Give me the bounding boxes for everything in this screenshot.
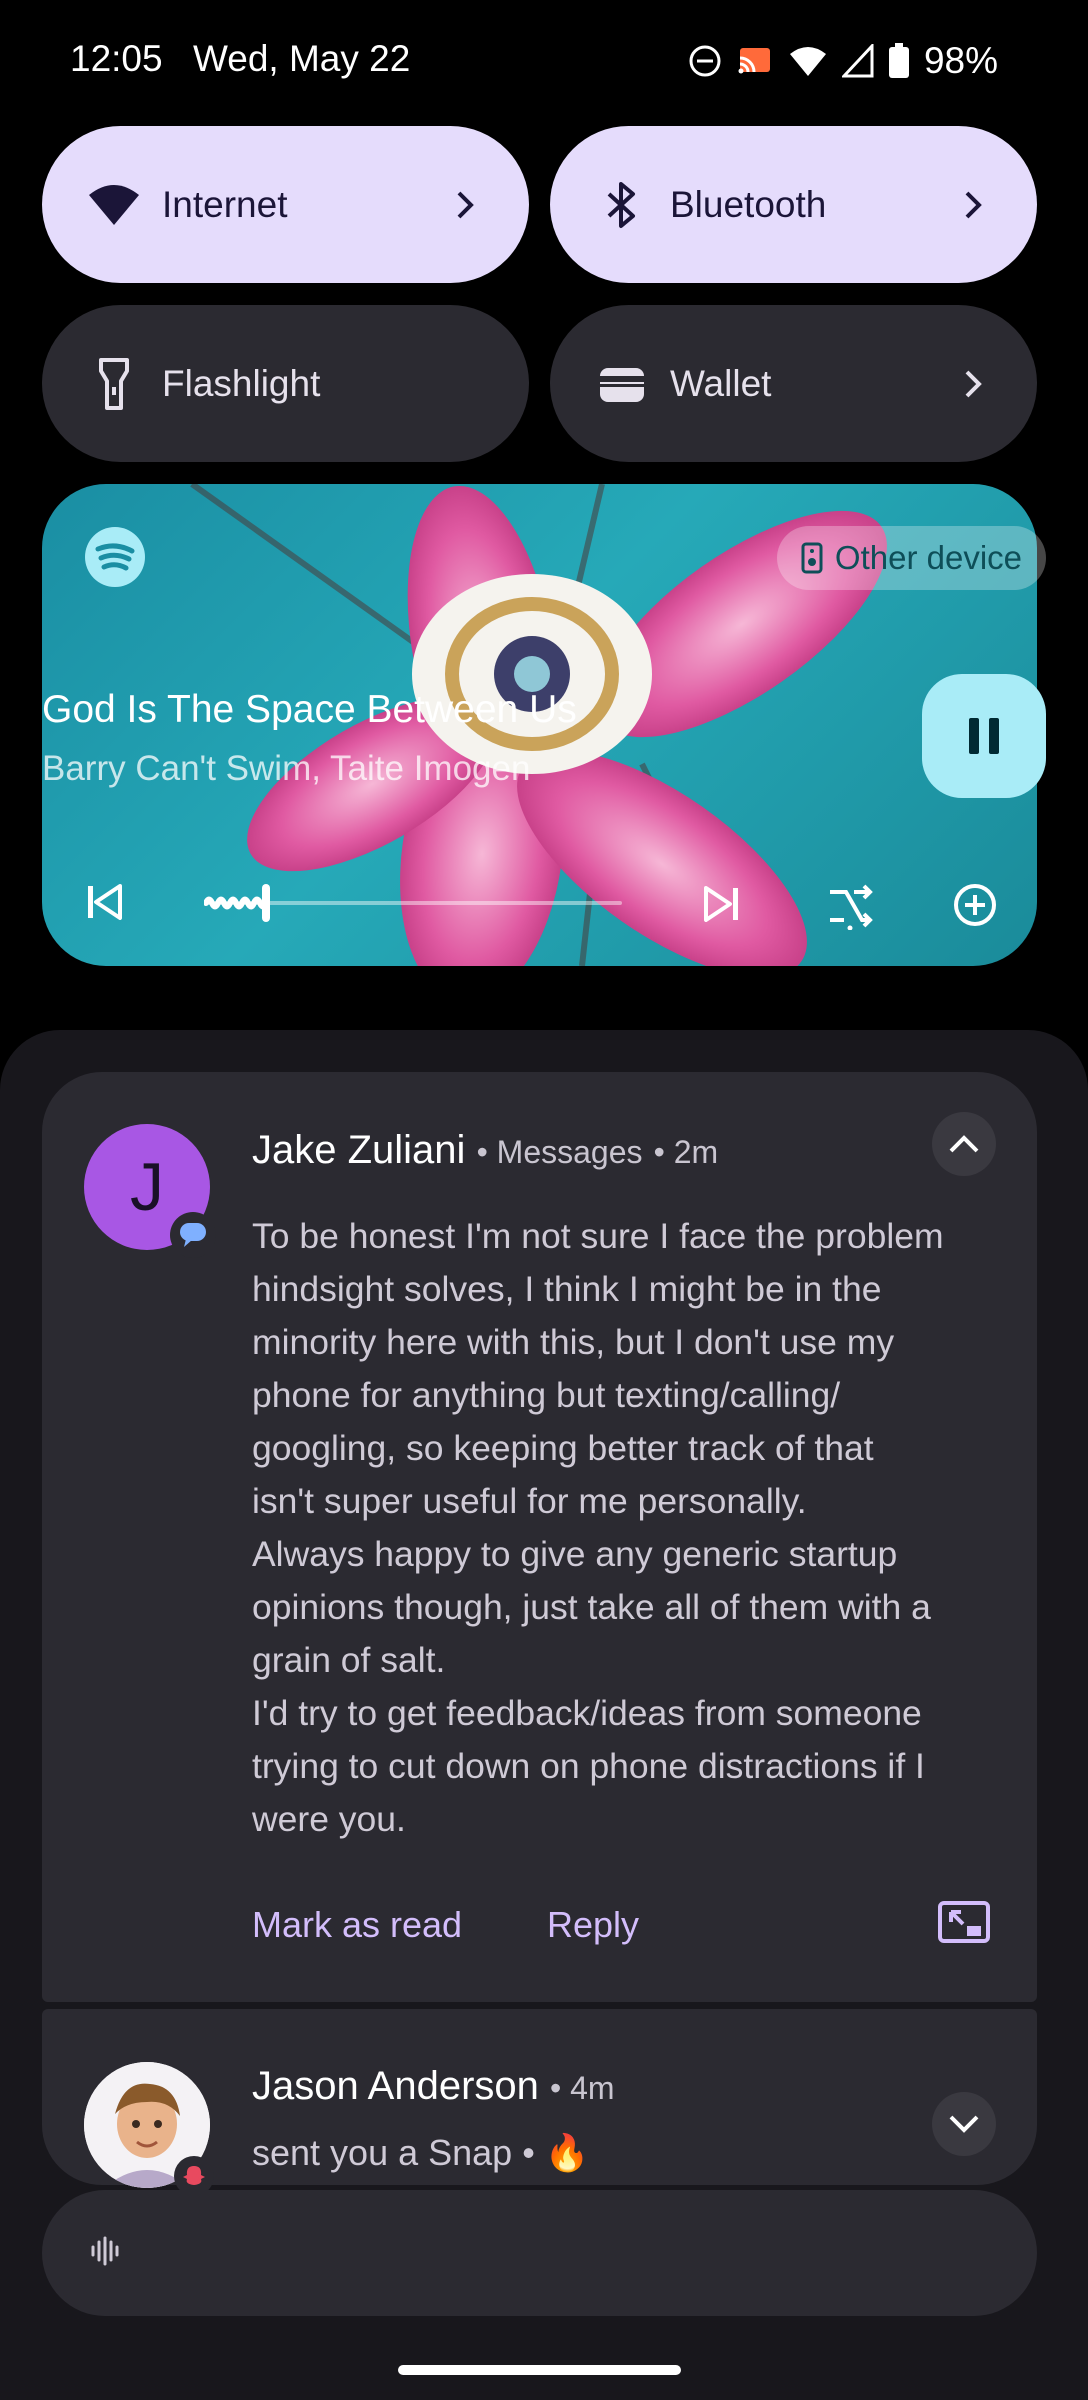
notification-text: sent you a Snap • 🔥 bbox=[252, 2132, 590, 2173]
track-artist: Barry Can't Swim, Taite Imogen bbox=[42, 749, 531, 788]
chevron-up-icon bbox=[948, 1134, 980, 1154]
chevron-right-icon bbox=[445, 185, 485, 225]
next-icon[interactable] bbox=[704, 886, 740, 922]
sound-wave-icon[interactable] bbox=[90, 2236, 120, 2266]
bottom-action-bar[interactable] bbox=[42, 2190, 1037, 2316]
cast-icon bbox=[736, 44, 774, 78]
chevron-right-icon bbox=[953, 185, 993, 225]
status-date: Wed, May 22 bbox=[193, 38, 411, 79]
message-body: To be honest I'm not sure I face the pro… bbox=[252, 1216, 944, 1839]
notification-header: Jason Anderson • 4m bbox=[252, 2064, 615, 2108]
battery-percent: 98% bbox=[923, 40, 998, 81]
wifi-icon bbox=[84, 175, 144, 235]
battery-icon bbox=[888, 43, 910, 79]
chat-bubble-icon bbox=[178, 1221, 208, 1249]
tile-flashlight[interactable]: Flashlight bbox=[42, 305, 529, 462]
tile-wallet-label: Wallet bbox=[670, 362, 772, 404]
previous-icon[interactable] bbox=[86, 884, 122, 920]
tile-bluetooth-label: Bluetooth bbox=[670, 183, 827, 225]
app-name: Messages bbox=[496, 1134, 643, 1170]
avatar-letter: J bbox=[130, 1149, 164, 1225]
output-device-label: Other device bbox=[834, 539, 1022, 576]
seek-bar[interactable] bbox=[204, 880, 624, 926]
flashlight-icon bbox=[84, 354, 144, 414]
bluetooth-icon bbox=[592, 175, 652, 235]
tile-bluetooth[interactable]: Bluetooth bbox=[550, 126, 1037, 283]
shuffle-icon[interactable] bbox=[826, 884, 874, 930]
notification-time: 2m bbox=[673, 1134, 719, 1170]
bubble-icon[interactable] bbox=[937, 1900, 991, 1944]
status-icons: 98% bbox=[688, 40, 998, 82]
wifi-icon bbox=[788, 44, 828, 78]
wallet-icon bbox=[592, 354, 652, 414]
expand-button[interactable] bbox=[932, 2092, 996, 2156]
chevron-right-icon bbox=[953, 364, 993, 404]
tile-internet-label: Internet bbox=[162, 183, 288, 225]
tile-internet[interactable]: Internet bbox=[42, 126, 529, 283]
notification-header: Jake Zuliani • Messages • 2m bbox=[252, 1128, 719, 1172]
reply-button[interactable]: Reply bbox=[547, 1904, 639, 1946]
sender-name: Jason Anderson bbox=[252, 2064, 539, 2108]
snapchat-icon bbox=[181, 2163, 207, 2189]
add-icon[interactable] bbox=[952, 882, 998, 928]
cell-signal-icon bbox=[841, 44, 874, 78]
track-title: God Is The Space Between Us bbox=[42, 688, 577, 731]
status-time: 12:05 bbox=[70, 38, 163, 79]
collapse-button[interactable] bbox=[932, 1112, 996, 1176]
messages-badge bbox=[170, 1212, 216, 1258]
sender-name: Jake Zuliani bbox=[252, 1128, 466, 1172]
pause-button[interactable] bbox=[922, 674, 1046, 798]
spotify-icon bbox=[84, 526, 146, 588]
tile-flashlight-label: Flashlight bbox=[162, 362, 321, 404]
notification-time: 4m bbox=[570, 2070, 615, 2106]
speaker-icon bbox=[801, 542, 823, 574]
home-indicator[interactable] bbox=[398, 2365, 681, 2375]
pause-icon bbox=[967, 718, 1001, 754]
do-not-disturb-icon bbox=[688, 44, 722, 78]
tile-wallet[interactable]: Wallet bbox=[550, 305, 1037, 462]
chevron-down-icon bbox=[948, 2114, 980, 2134]
output-device-chip[interactable]: Other device bbox=[776, 526, 1046, 590]
mark-as-read-button[interactable]: Mark as read bbox=[252, 1904, 462, 1946]
